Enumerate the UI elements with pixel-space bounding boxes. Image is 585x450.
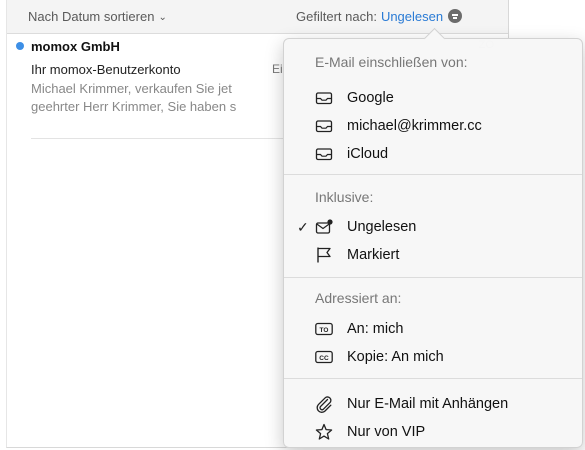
unread-dot-icon bbox=[16, 42, 24, 50]
menu-item-markiert[interactable]: Markiert bbox=[284, 244, 582, 268]
menu-item-label: Nur E-Mail mit Anhängen bbox=[347, 396, 509, 412]
menu-item-google[interactable]: Google bbox=[284, 87, 582, 111]
cc-badge-icon: CC bbox=[315, 350, 333, 364]
message-subject-trailing: Ei bbox=[272, 62, 283, 76]
envelope-icon bbox=[315, 120, 333, 133]
menu-separator bbox=[284, 378, 582, 379]
message-subject: Ihr momox-Benutzerkonto bbox=[31, 62, 181, 77]
svg-text:CC: CC bbox=[319, 355, 329, 362]
message-sender: momox GmbH bbox=[31, 39, 120, 54]
menu-item-label: Nur von VIP bbox=[347, 424, 426, 440]
menu-section-include-from: E-Mail einschließen von: bbox=[315, 54, 468, 70]
filter-prefix: Gefiltert nach: bbox=[296, 9, 377, 24]
chevron-down-icon: ⌄ bbox=[158, 12, 167, 23]
menu-item-label: Markiert bbox=[347, 247, 400, 263]
message-preview: Michael Krimmer, verkaufen Sie jet geehr… bbox=[31, 80, 286, 116]
flag-icon bbox=[317, 247, 331, 263]
menu-item-label: Ungelesen bbox=[347, 219, 417, 235]
menu-item-label: iCloud bbox=[347, 146, 389, 162]
menu-item-icloud[interactable]: iCloud bbox=[284, 143, 582, 167]
message-preview-line1: Michael Krimmer, verkaufen Sie jet bbox=[31, 81, 232, 96]
menu-section-addressed: Adressiert an: bbox=[315, 290, 402, 306]
menu-item-ungelesen[interactable]: ✓ Ungelesen bbox=[284, 216, 582, 240]
menu-item-label: Google bbox=[347, 90, 394, 106]
menu-item-attachments[interactable]: Nur E-Mail mit Anhängen bbox=[284, 393, 582, 417]
filter-popover-menu: E-Mail einschließen von: Google michael@… bbox=[283, 27, 583, 448]
svg-text:TO: TO bbox=[320, 327, 329, 334]
filter-value[interactable]: Ungelesen bbox=[381, 9, 443, 24]
menu-section-inclusive: Inklusive: bbox=[315, 189, 374, 205]
menu-separator bbox=[284, 174, 582, 175]
star-icon bbox=[315, 423, 333, 440]
menu-item-label: Kopie: An mich bbox=[347, 349, 444, 365]
sort-button[interactable]: Nach Datum sortieren ⌄ bbox=[28, 9, 167, 24]
menu-item-to-me[interactable]: TO An: mich bbox=[284, 318, 582, 342]
paperclip-icon bbox=[316, 396, 332, 413]
filter-icon[interactable] bbox=[448, 9, 463, 23]
sort-label: Nach Datum sortieren bbox=[28, 9, 155, 24]
envelope-icon bbox=[315, 148, 333, 161]
to-badge-icon: TO bbox=[315, 322, 333, 336]
menu-item-vip[interactable]: Nur von VIP bbox=[284, 421, 582, 445]
menu-separator bbox=[284, 277, 582, 278]
menu-item-michael[interactable]: michael@krimmer.cc bbox=[284, 115, 582, 139]
menu-item-label: An: mich bbox=[347, 321, 404, 337]
envelope-icon bbox=[315, 92, 333, 105]
filter-button[interactable]: Gefiltert nach: Ungelesen bbox=[296, 9, 463, 24]
menu-item-label: michael@krimmer.cc bbox=[347, 118, 482, 134]
menu-item-cc-me[interactable]: CC Kopie: An mich bbox=[284, 346, 582, 370]
message-preview-line2: geehrter Herr Krimmer, Sie haben s bbox=[31, 99, 237, 114]
checkmark-icon: ✓ bbox=[297, 219, 309, 235]
unread-envelope-icon bbox=[315, 219, 333, 234]
